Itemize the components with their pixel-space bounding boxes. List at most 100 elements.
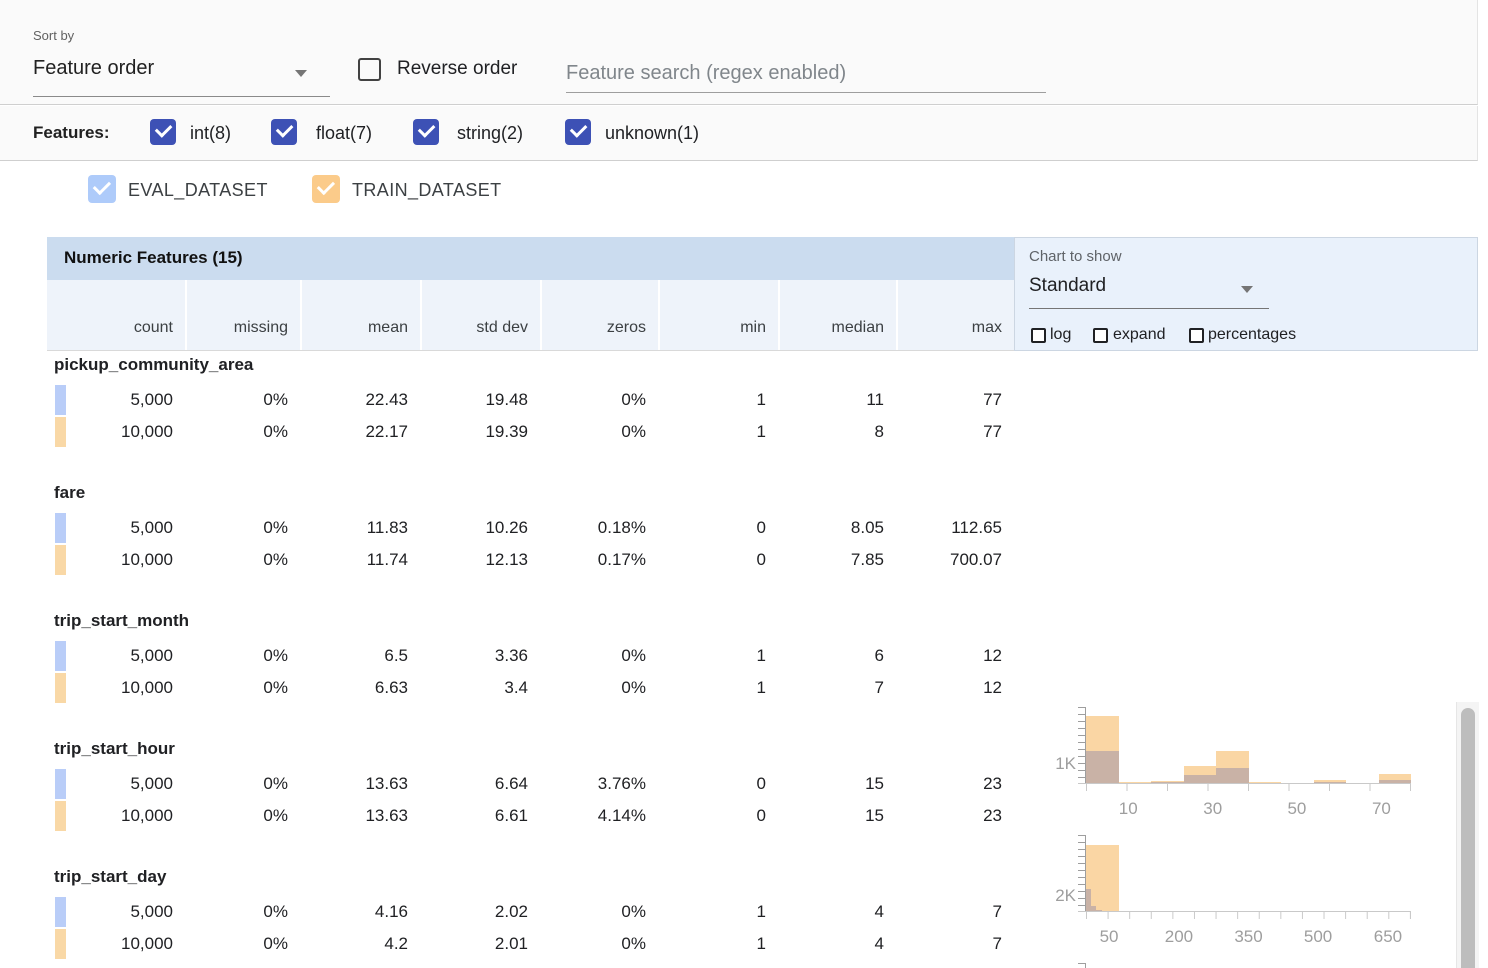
dataset-legend: EVAL_DATASET TRAIN_DATASET <box>0 162 1488 237</box>
stat-std-dev: 3.36 <box>420 646 540 666</box>
stat-zeros: 0% <box>540 902 658 922</box>
stat-zeros: 3.76% <box>540 774 658 794</box>
column-header-zeros: zeros <box>540 280 658 350</box>
sort-by-select[interactable]: Feature order <box>33 57 154 80</box>
log-checkbox[interactable] <box>1031 328 1046 343</box>
histogram-plot: 246810 <box>1086 963 1411 968</box>
stat-std-dev: 10.26 <box>420 518 540 538</box>
stat-mean: 13.63 <box>300 774 420 794</box>
log-label: log <box>1050 326 1071 344</box>
vertical-scrollbar[interactable] <box>1456 702 1479 968</box>
y-axis-ticks <box>1078 963 1086 968</box>
stat-zeros: 0% <box>540 646 658 666</box>
stat-median: 8 <box>778 422 896 442</box>
train-stats-row: 10,0000%13.636.614.14%01523 <box>47 801 1014 831</box>
train-stats-row: 10,0000%4.22.010%147 <box>47 929 1014 959</box>
stat-min: 1 <box>658 422 778 442</box>
x-tick-label: 30 <box>1203 799 1222 819</box>
x-tick-label: 200 <box>1165 927 1193 947</box>
type-checkbox-unknown[interactable] <box>565 119 591 145</box>
expand-checkbox[interactable] <box>1093 328 1108 343</box>
stat-min: 0 <box>658 518 778 538</box>
stat-count: 5,000 <box>47 390 185 410</box>
x-axis-labels: 50200350500650 <box>1086 927 1411 949</box>
dataset-checkbox-eval[interactable] <box>88 175 116 203</box>
reverse-order-label: Reverse order <box>397 58 517 80</box>
dataset-checkbox-train[interactable] <box>312 175 340 203</box>
stat-mean: 4.2 <box>300 934 420 954</box>
stat-max: 7 <box>896 934 1014 954</box>
feature-name: fare <box>54 483 85 503</box>
feature-histogram-fare: 2K 50200350500650 <box>1014 831 1456 959</box>
feature-row-pickup_community_area: pickup_community_area 5,0000%22.4319.480… <box>47 352 1014 480</box>
chart-type-select[interactable]: Standard <box>1029 275 1106 297</box>
y-axis-label: 2K <box>1014 886 1076 906</box>
chevron-down-icon[interactable] <box>295 70 307 77</box>
stat-mean: 22.17 <box>300 422 420 442</box>
chevron-down-icon[interactable] <box>1241 286 1253 293</box>
stat-mean: 11.83 <box>300 518 420 538</box>
stat-min: 1 <box>658 678 778 698</box>
feature-type-filterbar: Features: int(8) float(7) string(2) unkn… <box>0 106 1478 161</box>
stat-zeros: 0% <box>540 422 658 442</box>
column-header-mean: mean <box>300 280 420 350</box>
type-checkbox-string[interactable] <box>413 119 439 145</box>
stat-median: 7 <box>778 678 896 698</box>
numeric-features-header: Numeric Features (15) <box>47 237 1014 280</box>
stat-median: 4 <box>778 934 896 954</box>
feature-histogram-trip_start_month: 400246810 <box>1014 959 1456 968</box>
stat-count: 5,000 <box>47 646 185 666</box>
stat-min: 1 <box>658 902 778 922</box>
stat-std-dev: 6.64 <box>420 774 540 794</box>
stat-missing: 0% <box>185 550 300 570</box>
x-tick-label: 70 <box>1372 799 1391 819</box>
stat-max: 112.65 <box>896 518 1014 538</box>
feature-name: trip_start_day <box>54 867 166 887</box>
feature-name: pickup_community_area <box>54 355 253 375</box>
x-tick-label: 650 <box>1374 927 1402 947</box>
feature-row-fare: fare 5,0000%11.8310.260.18%08.05112.65 1… <box>47 480 1014 608</box>
stat-median: 15 <box>778 806 896 826</box>
eval-stats-row: 5,0000%22.4319.480%11177 <box>47 385 1014 415</box>
stat-zeros: 0.17% <box>540 550 658 570</box>
stat-count: 10,000 <box>47 550 185 570</box>
feature-search-input[interactable] <box>566 55 1046 93</box>
chart-type-underline <box>1029 308 1269 309</box>
scrollbar-thumb[interactable] <box>1461 708 1475 968</box>
column-header-median: median <box>778 280 896 350</box>
chart-to-show-panel: Chart to show Standard log expand percen… <box>1014 237 1478 351</box>
stat-count: 10,000 <box>47 422 185 442</box>
eval-stats-row: 5,0000%6.53.360%1612 <box>47 641 1014 671</box>
y-axis-ticks <box>1078 835 1086 911</box>
stat-mean: 13.63 <box>300 806 420 826</box>
type-checkbox-int[interactable] <box>150 119 176 145</box>
type-label-int: int(8) <box>190 123 231 144</box>
percentages-checkbox[interactable] <box>1189 328 1204 343</box>
stat-max: 77 <box>896 422 1014 442</box>
stat-std-dev: 19.39 <box>420 422 540 442</box>
reverse-order-checkbox[interactable] <box>358 58 381 81</box>
stat-missing: 0% <box>185 422 300 442</box>
type-checkbox-float[interactable] <box>271 119 297 145</box>
histogram-series-eval_dataset <box>1086 835 1138 911</box>
histogram-bar <box>1086 751 1119 783</box>
stat-missing: 0% <box>185 678 300 698</box>
column-header-min: min <box>658 280 778 350</box>
stat-std-dev: 2.02 <box>420 902 540 922</box>
stat-missing: 0% <box>185 934 300 954</box>
histogram-plot: 10305070 <box>1086 707 1411 783</box>
stat-count: 10,000 <box>47 806 185 826</box>
feature-histogram-pickup_community_area: 1K 10305070 <box>1014 703 1456 831</box>
stat-mean: 4.16 <box>300 902 420 922</box>
stat-max: 12 <box>896 678 1014 698</box>
dataset-label-train: TRAIN_DATASET <box>352 180 502 201</box>
x-tick-label: 50 <box>1287 799 1306 819</box>
y-axis-label: 1K <box>1014 754 1076 774</box>
stat-zeros: 0% <box>540 678 658 698</box>
stat-count: 5,000 <box>47 518 185 538</box>
stat-count: 10,000 <box>47 678 185 698</box>
stat-missing: 0% <box>185 646 300 666</box>
eval-stats-row: 5,0000%13.636.643.76%01523 <box>47 769 1014 799</box>
histogram-series-eval_dataset <box>1086 707 1411 783</box>
type-label-unknown: unknown(1) <box>605 123 699 144</box>
